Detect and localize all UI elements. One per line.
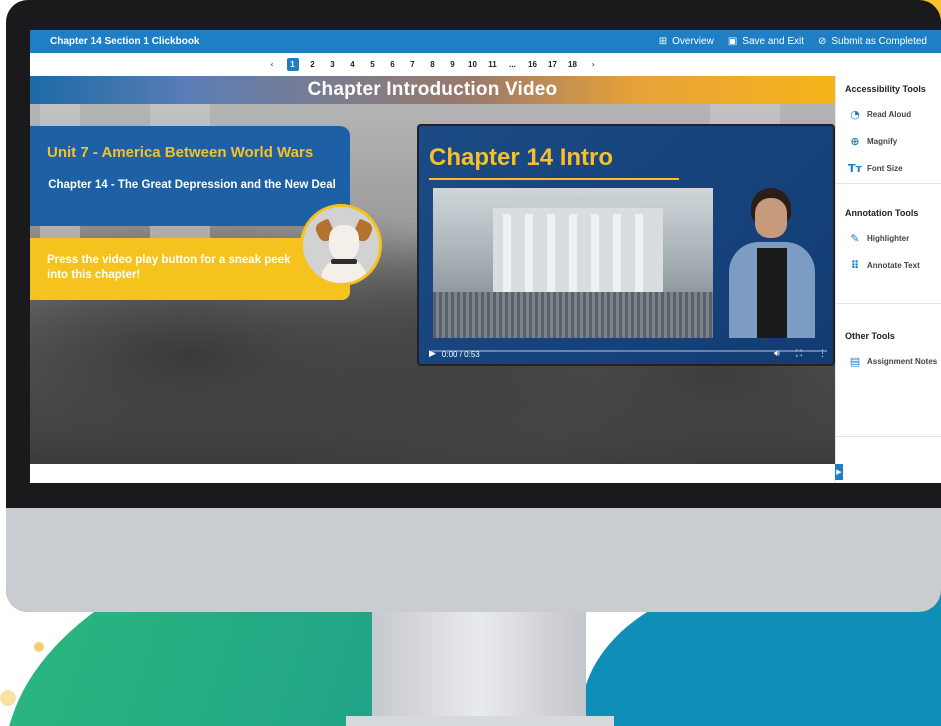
page-button-18[interactable]: 18: [567, 58, 579, 71]
unit-title: Unit 7 - America Between World Wars: [47, 144, 314, 161]
annotate-text-button[interactable]: ⠿ Annotate Text: [848, 259, 941, 272]
tools-sidebar: Accessibility Tools ◔ Read Aloud ⊕ Magni…: [835, 76, 941, 483]
monitor-stand: [372, 612, 586, 726]
annotation-tools-group: Annotation Tools ✎ Highlighter ⠿ Annotat…: [836, 200, 941, 304]
magnify-button[interactable]: ⊕ Magnify: [848, 135, 941, 148]
play-icon[interactable]: ▶: [429, 349, 436, 359]
page-button-2[interactable]: 2: [307, 58, 319, 71]
video-archival-still: [433, 188, 713, 338]
slide-title: Chapter Introduction Video: [307, 79, 558, 100]
marketing-stage: Chapter 14 Section 1 Clickbook ⊞ Overvie…: [0, 0, 941, 726]
building-column: [591, 214, 599, 298]
video-title-underline: [429, 178, 679, 180]
video-presenter: [717, 188, 827, 338]
page-button-6[interactable]: 6: [387, 58, 399, 71]
other-tools-group: Other Tools ▤ Assignment Notes: [836, 323, 941, 437]
page-button-7[interactable]: 7: [407, 58, 419, 71]
page-button-4[interactable]: 4: [347, 58, 359, 71]
monitor-chin: [6, 508, 941, 612]
collapse-panel-button[interactable]: ▶: [835, 464, 843, 480]
dog-mascot-avatar: [300, 204, 382, 286]
page-button-1[interactable]: 1: [286, 58, 299, 71]
page-button-16[interactable]: 16: [527, 58, 539, 71]
prev-page-button[interactable]: ‹: [270, 60, 273, 69]
assignment-notes-button[interactable]: ▤ Assignment Notes: [848, 355, 941, 368]
submit-check-icon: ⊘: [818, 36, 827, 47]
dog-collar: [331, 259, 357, 264]
overview-label: Overview: [672, 36, 714, 47]
annotate-text-icon: ⠿: [850, 259, 860, 272]
page-button-5[interactable]: 5: [367, 58, 379, 71]
building-column: [503, 214, 511, 298]
video-crowd: [433, 292, 713, 338]
building-column: [635, 214, 643, 298]
accessibility-tools-heading: Accessibility Tools: [845, 84, 926, 94]
assignment-notes-icon: ▤: [849, 355, 861, 368]
building-column: [525, 214, 533, 298]
building-column: [547, 214, 555, 298]
assignment-title: Chapter 14 Section 1 Clickbook: [50, 36, 200, 47]
page-ellipsis: ...: [509, 60, 516, 69]
magnify-label: Magnify: [867, 137, 898, 146]
font-size-icon: Tт: [848, 162, 862, 175]
building-column: [569, 214, 577, 298]
next-page-button[interactable]: ›: [592, 60, 595, 69]
page-button-10[interactable]: 10: [467, 58, 479, 71]
page-button-11[interactable]: 11: [487, 58, 499, 71]
fullscreen-icon[interactable]: ⛶: [796, 349, 802, 359]
assignment-notes-label: Assignment Notes: [867, 357, 938, 366]
highlighter-icon: ✎: [850, 232, 860, 245]
page-navigation: ‹ 1 2 3 4 5 6 7 8 9 10 11 ... 16 17 18 ›: [30, 53, 835, 76]
page-button-9[interactable]: 9: [447, 58, 459, 71]
chapter-title: Chapter 14 - The Great Depression and th…: [48, 179, 336, 191]
submit-as-completed-button[interactable]: ⊘ Submit as Completed: [818, 36, 927, 47]
font-size-label: Font Size: [867, 164, 903, 173]
page-button-17[interactable]: 17: [547, 58, 559, 71]
more-options-icon[interactable]: ⋮: [818, 349, 827, 359]
page-button-3[interactable]: 3: [327, 58, 339, 71]
save-and-exit-button[interactable]: ▣ Save and Exit: [728, 36, 804, 47]
intro-video-player[interactable]: Chapter 14 Intro ▶ 0:00 / 0:53 🔊︎ ⛶ ⋮: [417, 124, 835, 366]
overview-button[interactable]: ⊞ Overview: [659, 36, 714, 47]
decorative-dot: [34, 642, 44, 652]
slide-banner: Chapter Introduction Video: [30, 76, 835, 104]
annotation-tools-heading: Annotation Tools: [845, 208, 919, 218]
presenter-face: [755, 198, 787, 238]
annotate-text-label: Annotate Text: [867, 261, 920, 270]
unit-card: Unit 7 - America Between World Wars Chap…: [30, 126, 350, 226]
read-aloud-label: Read Aloud: [867, 110, 912, 119]
instruction-text: Press the video play button for a sneak …: [47, 254, 291, 281]
overview-icon: ⊞: [658, 36, 668, 47]
accessibility-tools-group: Accessibility Tools ◔ Read Aloud ⊕ Magni…: [836, 76, 941, 184]
volume-icon[interactable]: 🔊︎: [774, 349, 780, 359]
font-size-button[interactable]: Tт Font Size: [848, 162, 941, 175]
read-aloud-icon: ◔: [850, 108, 860, 121]
building-column: [613, 214, 621, 298]
highlighter-label: Highlighter: [867, 234, 910, 243]
other-tools-heading: Other Tools: [845, 331, 895, 341]
monitor-stand-base: [346, 716, 614, 726]
slide-content: Chapter Introduction Video Unit 7 - Amer…: [30, 76, 835, 464]
highlighter-button[interactable]: ✎ Highlighter: [848, 232, 941, 245]
presenter-shirt: [757, 248, 787, 338]
dog-head: [329, 225, 359, 261]
decorative-dot: [0, 690, 16, 706]
top-bar: Chapter 14 Section 1 Clickbook ⊞ Overvie…: [30, 30, 941, 53]
save-exit-icon: ▣: [727, 36, 738, 47]
video-title: Chapter 14 Intro: [429, 144, 614, 171]
magnify-icon: ⊕: [850, 135, 860, 148]
app-screen: Chapter 14 Section 1 Clickbook ⊞ Overvie…: [30, 30, 941, 483]
page-button-8[interactable]: 8: [427, 58, 439, 71]
read-aloud-button[interactable]: ◔ Read Aloud: [848, 108, 941, 121]
save-and-exit-label: Save and Exit: [742, 36, 804, 47]
video-time: 0:00 / 0:53: [441, 349, 480, 359]
submit-as-completed-label: Submit as Completed: [831, 36, 927, 47]
video-controls: ▶ 0:00 / 0:53 🔊︎ ⛶ ⋮: [419, 340, 833, 364]
